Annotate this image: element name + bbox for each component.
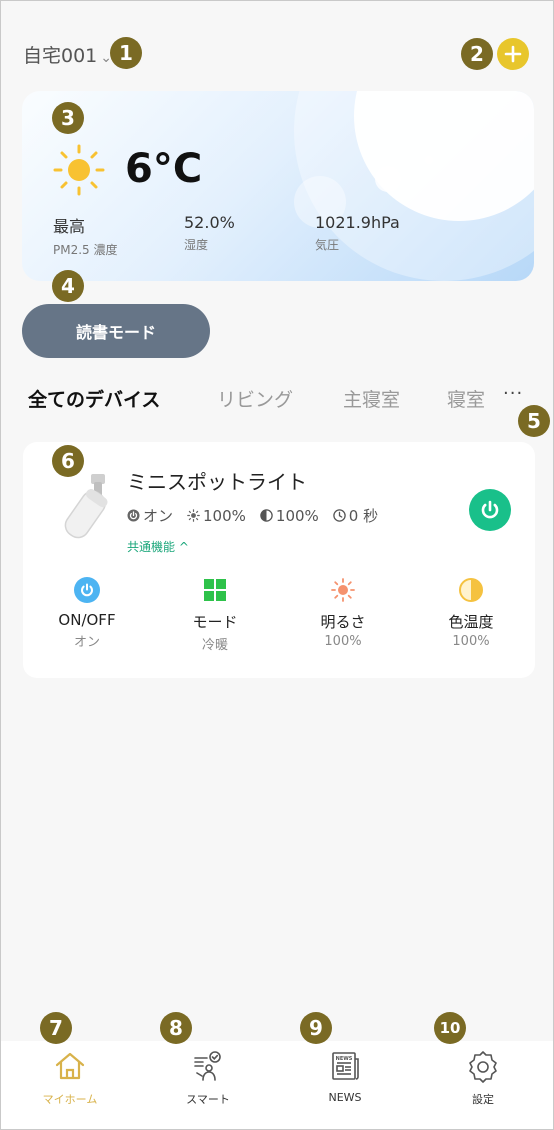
- nav-label: マイホーム: [42, 1093, 98, 1106]
- device-card[interactable]: ミニスポットライト オン 100% 100% 0 秒 共通機能 ^ ON/OFF…: [23, 442, 535, 678]
- feature-sub: 冷暖: [201, 638, 228, 653]
- half-circle-small-icon: [260, 509, 273, 522]
- stat-value: 1021.9hPa: [315, 213, 400, 232]
- nav-news[interactable]: NEWS NEWS: [300, 1049, 390, 1104]
- status-timer-value: 0 秒: [348, 507, 379, 525]
- more-icon[interactable]: ···: [503, 383, 523, 404]
- annotation-badge-6: 6: [52, 445, 84, 477]
- home-icon: [55, 1052, 85, 1080]
- feature-sub: 100%: [452, 634, 490, 649]
- feature-mode[interactable]: モード 冷暖: [165, 577, 265, 653]
- status-brightness: 100%: [187, 507, 246, 525]
- home-selector[interactable]: 自宅001 ⌄: [23, 41, 112, 68]
- stat-label: 気圧: [315, 238, 340, 252]
- annotation-badge-5: 5: [518, 405, 550, 437]
- feature-color-temp[interactable]: 色温度 100%: [421, 577, 521, 649]
- add-button[interactable]: [497, 38, 529, 70]
- feature-title: 明るさ: [320, 613, 366, 631]
- nav-label: 設定: [472, 1093, 494, 1106]
- stat-label: PM2.5 濃度: [53, 243, 118, 257]
- tab-bedroom[interactable]: 寝室: [447, 385, 485, 412]
- annotation-badge-3: 3: [52, 102, 84, 134]
- status-color-temp: 100%: [260, 507, 319, 525]
- nav-label: スマート: [186, 1093, 230, 1106]
- feature-title: 色温度: [448, 613, 494, 631]
- annotation-badge-9: 9: [300, 1012, 332, 1044]
- sun-icon: [53, 144, 105, 196]
- clock-small-icon: [333, 509, 346, 522]
- status-color-temp-value: 100%: [275, 506, 319, 525]
- annotation-badge-10: 10: [434, 1012, 466, 1044]
- weather-decoration: [425, 156, 433, 164]
- annotation-badge-8: 8: [160, 1012, 192, 1044]
- feature-title: ON/OFF: [58, 611, 116, 629]
- grid-icon: [202, 577, 228, 603]
- nav-label: NEWS: [328, 1091, 362, 1104]
- weather-card[interactable]: 6°C 最高 PM2.5 濃度 52.0% 湿度 1021.9hPa 気圧: [22, 91, 534, 281]
- tab-living[interactable]: リビング: [217, 385, 293, 412]
- news-icon: NEWS: [332, 1052, 359, 1080]
- feature-onoff[interactable]: ON/OFF オン: [37, 577, 137, 650]
- tab-master-bedroom[interactable]: 主寝室: [343, 385, 400, 412]
- tab-all-devices[interactable]: 全てのデバイス: [28, 385, 160, 412]
- reading-mode-button[interactable]: 読書モード: [22, 304, 210, 358]
- device-power-button[interactable]: [469, 489, 511, 531]
- status-power: オン: [127, 505, 173, 526]
- power-icon: [74, 577, 100, 603]
- annotation-badge-2: 2: [461, 38, 493, 70]
- home-title: 自宅001: [23, 45, 98, 67]
- half-circle-icon: [458, 577, 484, 603]
- gear-icon: [469, 1051, 497, 1083]
- weather-decoration: [375, 166, 401, 192]
- stat-value: 最高: [53, 217, 86, 236]
- brightness-icon: [330, 577, 356, 603]
- power-icon: [481, 500, 499, 519]
- temperature: 6°C: [125, 146, 203, 192]
- device-status-row: オン 100% 100% 0 秒: [127, 505, 378, 526]
- annotation-badge-4: 4: [52, 270, 84, 302]
- status-timer: 0 秒: [333, 505, 378, 526]
- power-small-icon: [127, 509, 140, 522]
- annotation-badge-7: 7: [40, 1012, 72, 1044]
- stat-pm25: 最高 PM2.5 濃度: [53, 213, 118, 258]
- device-name: ミニスポットライト: [127, 470, 307, 494]
- status-power-value: オン: [143, 507, 174, 525]
- status-brightness-value: 100%: [203, 506, 246, 525]
- plus-icon: [504, 45, 522, 63]
- annotation-badge-1: 1: [110, 37, 142, 69]
- feature-title: モード: [192, 613, 238, 631]
- stat-pressure: 1021.9hPa 気圧: [315, 213, 400, 253]
- brightness-small-icon: [187, 509, 200, 522]
- stat-label: 湿度: [184, 238, 209, 252]
- svg-text:NEWS: NEWS: [336, 1056, 353, 1062]
- nav-smart[interactable]: スマート: [163, 1049, 253, 1107]
- stat-humidity: 52.0% 湿度: [184, 213, 235, 253]
- nav-settings[interactable]: 設定: [438, 1049, 528, 1107]
- app-screen: 自宅001 ⌄ 1 2 6°C 最高 PM2.5 濃度 52.0% 湿度 102…: [0, 0, 554, 1130]
- smart-icon: [194, 1051, 221, 1081]
- room-tabs: 全てのデバイス リビング 主寝室 寝室: [1, 385, 553, 421]
- stat-value: 52.0%: [184, 213, 235, 232]
- feature-sub: 100%: [324, 634, 362, 649]
- feature-brightness[interactable]: 明るさ 100%: [293, 577, 393, 649]
- nav-my-home[interactable]: マイホーム: [25, 1049, 115, 1107]
- common-functions-toggle[interactable]: 共通機能 ^: [127, 538, 189, 555]
- feature-sub: オン: [73, 635, 100, 650]
- spotlight-image: [64, 474, 108, 539]
